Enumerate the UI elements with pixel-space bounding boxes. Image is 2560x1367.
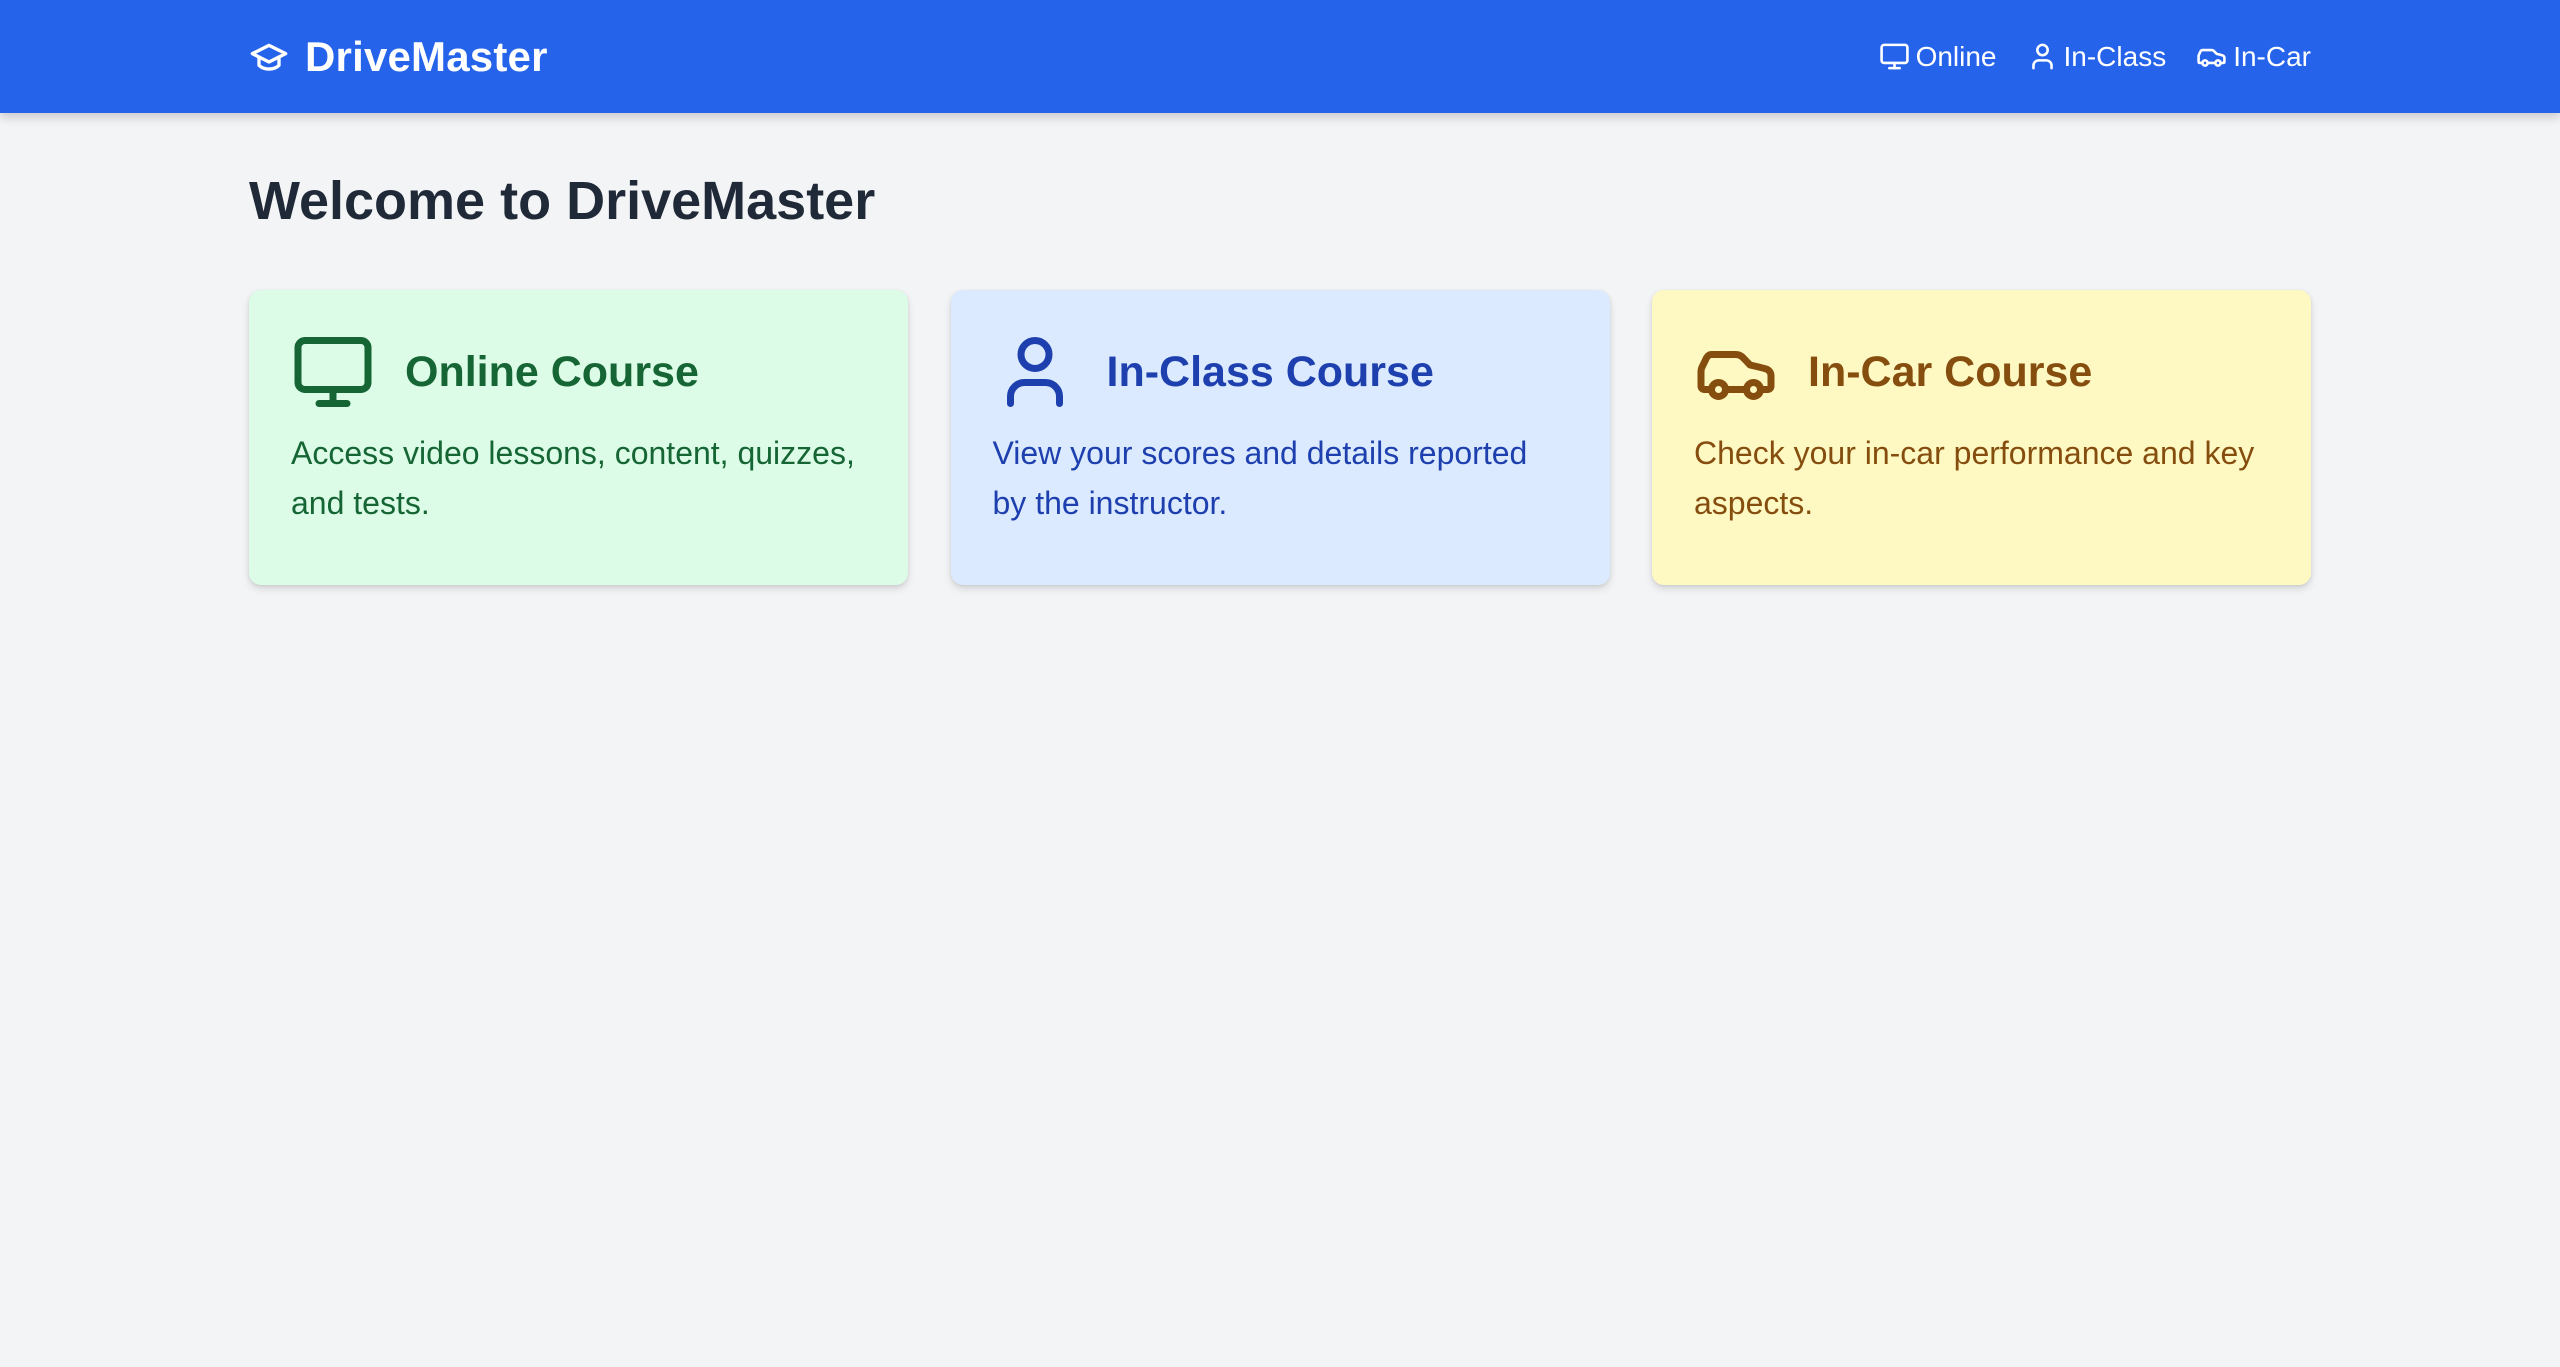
card-description: View your scores and details reported by… bbox=[992, 435, 1528, 521]
online-course-card[interactable]: Online Course Access video lessons, cont… bbox=[249, 290, 908, 585]
user-icon bbox=[2031, 43, 2053, 70]
card-header: Online Course bbox=[291, 334, 866, 410]
user-icon bbox=[993, 334, 1077, 410]
course-cards: Online Course Access video lessons, cont… bbox=[249, 290, 2311, 585]
car-icon bbox=[1694, 334, 1778, 410]
card-header: In-Car Course bbox=[1694, 334, 2269, 410]
top-navbar: DriveMaster Online In-Class In-Car bbox=[0, 0, 2560, 113]
nav-links: Online In-Class In-Car bbox=[1849, 41, 2311, 73]
in-car-course-card[interactable]: In-Car Course Check your in-car performa… bbox=[1652, 290, 2311, 585]
nav-link-in-class[interactable]: In-Class bbox=[2027, 40, 2167, 73]
monitor-icon bbox=[1879, 43, 1909, 70]
card-title: Online Course bbox=[405, 347, 699, 396]
brand-name: DriveMaster bbox=[305, 32, 548, 80]
navbar-inner: DriveMaster Online In-Class In-Car bbox=[249, 0, 2311, 113]
nav-link-label: Online bbox=[1915, 40, 1997, 72]
page-title: Welcome to DriveMaster bbox=[249, 171, 876, 231]
card-description: Check your in-car performance and key as… bbox=[1694, 435, 2255, 521]
brand-logo-link[interactable]: DriveMaster bbox=[249, 33, 548, 81]
card-title: In-Class Course bbox=[1106, 347, 1434, 396]
card-description: Access video lessons, content, quizzes, … bbox=[291, 435, 855, 521]
card-header: In-Class Course bbox=[993, 334, 1568, 410]
monitor-icon bbox=[291, 334, 375, 410]
main-content: Welcome to DriveMaster Online Course Acc… bbox=[249, 113, 2311, 585]
in-class-course-card[interactable]: In-Class Course View your scores and det… bbox=[950, 290, 1610, 585]
graduation-cap-icon bbox=[249, 37, 289, 77]
nav-link-label: In-Car bbox=[2233, 40, 2311, 72]
car-icon bbox=[2197, 48, 2226, 67]
nav-link-label: In-Class bbox=[2063, 40, 2167, 72]
nav-link-online[interactable]: Online bbox=[1879, 41, 1997, 73]
nav-link-in-car[interactable]: In-Car bbox=[2196, 41, 2311, 73]
card-title: In-Car Course bbox=[1808, 347, 2093, 396]
